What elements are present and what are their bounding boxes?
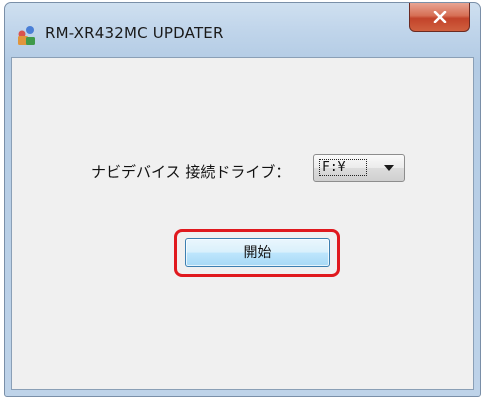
updater-window: RM-XR432MC UPDATER ナビデバイス 接続ドライブ： F:¥ 開始 <box>4 2 481 397</box>
title-bar[interactable]: RM-XR432MC UPDATER <box>5 3 480 59</box>
close-button[interactable] <box>409 3 470 32</box>
dialog-client-area: ナビデバイス 接続ドライブ： F:¥ 開始 <box>11 57 474 390</box>
chevron-down-icon[interactable] <box>384 165 394 171</box>
start-button[interactable]: 開始 <box>185 238 330 267</box>
drive-label: ナビデバイス 接続ドライブ： <box>91 163 291 181</box>
drive-select[interactable]: F:¥ <box>313 154 405 182</box>
drive-select-value: F:¥ <box>319 159 367 176</box>
app-icon <box>15 25 37 47</box>
close-icon <box>433 11 447 23</box>
window-title: RM-XR432MC UPDATER <box>45 24 224 42</box>
